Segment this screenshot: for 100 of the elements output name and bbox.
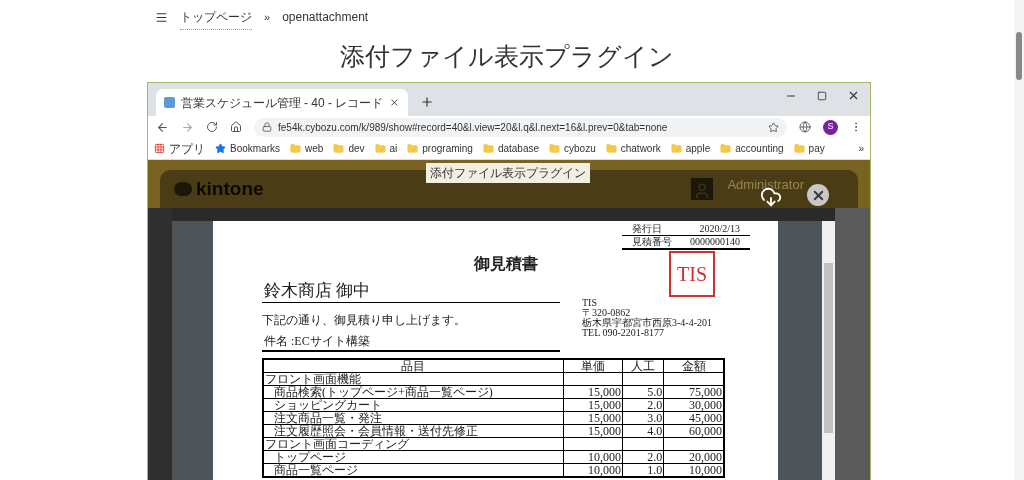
bookmark-item[interactable]: pay bbox=[793, 141, 825, 156]
folder-icon bbox=[482, 143, 494, 154]
table-cell: 75,000 bbox=[663, 385, 724, 399]
maximize-icon[interactable] bbox=[817, 90, 827, 101]
sender-address-line: 〒320-0862 bbox=[582, 308, 631, 318]
table-cell: 15,000 bbox=[563, 385, 623, 399]
bookmark-label: web bbox=[305, 142, 324, 156]
close-tab-icon[interactable] bbox=[389, 97, 400, 108]
bookmark-item[interactable]: chatwork bbox=[605, 141, 661, 156]
bookmark-item[interactable]: web bbox=[290, 141, 324, 156]
table-cell: ショッピングカート bbox=[263, 398, 563, 412]
section-cell: フロント画面機能 bbox=[263, 372, 563, 386]
company-seal: TIS bbox=[669, 251, 715, 297]
more-bookmarks[interactable]: » bbox=[858, 141, 864, 156]
bookmark-label: programing bbox=[422, 142, 473, 156]
subject-line: 件名 :ECサイト構築 bbox=[262, 332, 560, 352]
folder-icon bbox=[290, 143, 301, 154]
bookmark-label: Bookmarks bbox=[230, 142, 280, 156]
bookmark-item[interactable]: ai bbox=[374, 141, 398, 156]
table-header-cell: 金額 bbox=[663, 359, 724, 373]
sender-address-line: 栃木県宇都宮市西原3-4-4-201 bbox=[582, 318, 712, 328]
scrollbar-thumb[interactable] bbox=[824, 263, 833, 433]
sender-address-line: TEL 090-2201-8177 bbox=[582, 328, 665, 338]
table-cell: 60,000 bbox=[663, 424, 724, 438]
breadcrumb-link[interactable]: トップページ bbox=[180, 8, 252, 30]
table-cell: 注文商品一覧・発注 bbox=[263, 411, 563, 425]
lock-icon bbox=[262, 122, 272, 132]
recipient-name: 鈴木商店 御中 bbox=[262, 280, 560, 303]
extension-icon[interactable] bbox=[799, 121, 811, 133]
table-header-cell: 人工 bbox=[622, 359, 664, 373]
quote-number: 0000000140 bbox=[690, 236, 740, 248]
table-cell: 10,000 bbox=[563, 450, 623, 464]
bookmark-label: apple bbox=[685, 142, 711, 156]
issue-date: 2020/2/13 bbox=[699, 223, 740, 235]
table-cell: 15,000 bbox=[563, 424, 623, 438]
table-cell: 20,000 bbox=[663, 450, 724, 464]
table-cell: 3.0 bbox=[622, 411, 664, 425]
document-title: 御見積書 bbox=[474, 254, 538, 274]
bookmark-label: pay bbox=[808, 142, 825, 156]
profile-avatar[interactable]: S bbox=[823, 119, 838, 135]
bookmark-label: database bbox=[497, 142, 540, 156]
breadcrumb-current: openattachment bbox=[282, 9, 369, 26]
intro-text: 下記の通り、御見積り申し上げます。 bbox=[262, 312, 467, 329]
table-header-cell: 単価 bbox=[563, 359, 623, 373]
reload-icon[interactable] bbox=[206, 121, 218, 133]
table-cell: トップページ bbox=[263, 450, 563, 464]
table-cell: 注文履歴照会・会員情報・送付先修正 bbox=[263, 424, 563, 438]
table-header-cell: 品目 bbox=[263, 359, 563, 373]
table-cell: 商品検索(トップページ+商品一覧ページ) bbox=[263, 385, 563, 399]
user-name: Administrator bbox=[727, 176, 804, 195]
tab-title: 営業スケジュール管理 - 40 - レコード bbox=[180, 94, 384, 112]
folder-icon bbox=[333, 143, 345, 154]
bookmark-item[interactable]: dev bbox=[333, 141, 365, 156]
bookmark-item[interactable]: Bookmarks bbox=[215, 141, 280, 156]
home-icon[interactable] bbox=[230, 121, 242, 133]
folder-icon bbox=[549, 143, 561, 154]
bookmark-item[interactable]: accounting bbox=[720, 141, 784, 156]
table-cell: 30,000 bbox=[663, 398, 724, 412]
table-cell: 2.0 bbox=[622, 450, 664, 464]
bookmark-item[interactable]: cybozu bbox=[549, 141, 596, 156]
breadcrumb-separator: » bbox=[264, 9, 271, 25]
page-scrollbar-thumb[interactable] bbox=[1016, 32, 1022, 80]
menu-icon[interactable] bbox=[155, 10, 168, 24]
table-cell: 15,000 bbox=[563, 398, 623, 412]
bookmark-label: chatwork bbox=[620, 142, 661, 156]
folder-icon bbox=[374, 143, 386, 154]
tooltip: 添付ファイル表示プラグイン bbox=[426, 163, 590, 183]
bookmark-item[interactable]: アプリ bbox=[154, 139, 205, 158]
address-bar[interactable]: fe54k.cybozu.com/k/989/show#record=40&l.view=20&l.q&l.next=16&l.prev=0&tab=none bbox=[254, 117, 787, 137]
folder-icon bbox=[605, 143, 617, 154]
browser-tab[interactable]: 営業スケジュール管理 - 40 - レコード bbox=[156, 89, 408, 116]
folder-icon bbox=[407, 143, 419, 154]
issue-date-label: 発行日 bbox=[632, 223, 662, 235]
section-cell: フロント画面コーディング bbox=[263, 437, 563, 451]
back-icon[interactable] bbox=[156, 120, 169, 134]
app-favicon-icon bbox=[164, 97, 175, 108]
bookmark-item[interactable]: programing bbox=[407, 141, 473, 156]
bookmark-star-icon[interactable] bbox=[768, 121, 779, 133]
folder-icon bbox=[670, 143, 682, 154]
window-close-icon[interactable] bbox=[847, 89, 860, 102]
bookmark-label: dev bbox=[348, 142, 365, 156]
apps-grid-icon bbox=[154, 143, 165, 154]
folder-icon bbox=[720, 143, 732, 154]
bookmark-label: アプリ bbox=[169, 140, 205, 158]
bookmark-item[interactable]: database bbox=[482, 141, 540, 156]
sender-address-line: TIS bbox=[582, 298, 597, 308]
table-cell: 2.0 bbox=[622, 398, 664, 412]
app-logo: kintone bbox=[196, 176, 264, 201]
bookmark-label: accounting bbox=[735, 142, 784, 156]
url-text: fe54k.cybozu.com/k/989/show#record=40&l.view=20&l.q&l.next=16&l.prev=0&tab=none bbox=[278, 120, 669, 135]
table-cell: 4.0 bbox=[622, 424, 664, 438]
new-tab-icon[interactable] bbox=[420, 95, 434, 109]
table-cell: 15,000 bbox=[563, 411, 623, 425]
bookmark-item[interactable]: apple bbox=[670, 141, 711, 156]
bookmark-label: ai bbox=[389, 142, 398, 156]
folder-icon bbox=[793, 143, 805, 154]
bookmark-label: cybozu bbox=[564, 142, 596, 156]
quote-number-label: 見積番号 bbox=[632, 236, 672, 248]
table-cell: 5.0 bbox=[622, 385, 664, 399]
star-icon bbox=[215, 143, 226, 154]
